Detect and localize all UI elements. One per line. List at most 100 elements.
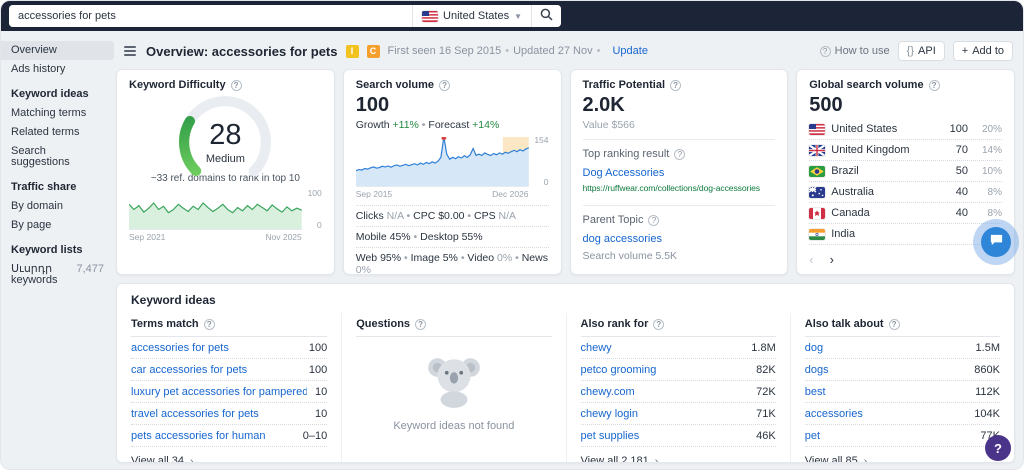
traffic-potential-card: Traffic Potential ? 2.0K Value $566 Top …	[569, 69, 789, 275]
help-button[interactable]: ?	[985, 435, 1011, 461]
sidebar-item-matching-terms[interactable]: Matching terms	[1, 104, 114, 123]
view-all-also-rank-for[interactable]: View all 2,181 ›	[581, 447, 776, 462]
keyword-link[interactable]: pet supplies	[581, 430, 640, 442]
sidebar-item-search-suggestions[interactable]: Search suggestions	[1, 142, 114, 172]
keyword-link[interactable]: dogs	[805, 364, 829, 376]
country-row-au[interactable]: Australia 40 8%	[809, 182, 1002, 203]
sidebar-item-by-page[interactable]: By page	[1, 216, 114, 235]
chevron-right-icon: ›	[863, 455, 868, 463]
keyword-link[interactable]: dog	[805, 342, 823, 354]
help-icon[interactable]: ?	[203, 318, 215, 330]
kd-gauge: 28 Medium	[129, 93, 322, 185]
keyword-link[interactable]: pet	[805, 430, 820, 442]
stat-segment: Desktop	[420, 231, 462, 243]
help-icon[interactable]: ?	[674, 148, 686, 160]
menu-toggle-icon[interactable]	[122, 44, 138, 58]
sidebar-item-keywords[interactable]: Սւսրդր keywords 7,477	[1, 260, 114, 290]
country-row-gb[interactable]: United Kingdom 70 14%	[809, 140, 1002, 161]
help-icon[interactable]: ?	[439, 79, 451, 91]
sidebar-section-keyword-lists: Keyword lists	[1, 235, 114, 260]
keyword-link[interactable]: travel accessories for pets	[131, 408, 259, 420]
kd-history-chart: 100 0 Sep 2021 Nov 2025	[129, 188, 322, 242]
country-percent: 8%	[987, 186, 1002, 198]
country-row-br[interactable]: Brazil 50 10%	[809, 161, 1002, 182]
keyword-row: travel accessories for pets 10	[131, 403, 328, 425]
keyword-link[interactable]: chewy.com	[581, 386, 635, 398]
help-icon[interactable]: ?	[648, 214, 660, 226]
sv-axis-start: Sep 2015	[355, 189, 393, 199]
top-ranking-result-url[interactable]: https://ruffwear.com/collections/dog-acc…	[583, 183, 776, 193]
koala-illustration-icon	[423, 353, 485, 414]
sv-axis-end: Dec 2026	[492, 189, 529, 199]
stat-segment: •	[464, 210, 475, 222]
keyword-volume: 1.8M	[751, 341, 776, 354]
country-row-ca[interactable]: Canada 40 8%	[809, 203, 1002, 224]
keyword-link[interactable]: chewy	[581, 342, 612, 354]
keyword-link[interactable]: accessories	[805, 408, 863, 420]
kd-axis-start: Sep 2021	[129, 232, 166, 242]
keyword-link[interactable]: accessories for pets	[131, 342, 229, 354]
sidebar-item-by-domain[interactable]: By domain	[1, 197, 114, 216]
help-icon[interactable]: ?	[230, 79, 242, 91]
metric-cards: Keyword Difficulty ? 28 Medium ~33 ref. …	[116, 69, 1015, 275]
add-to-button[interactable]: + Add to	[952, 41, 1013, 61]
next-page-arrow[interactable]: ›	[830, 252, 834, 267]
country-percent: 10%	[981, 165, 1002, 177]
keyword-link[interactable]: best	[805, 386, 826, 398]
keyword-row: pets accessories for human 0–10	[131, 425, 328, 447]
parent-topic-link[interactable]: dog accessories	[583, 233, 663, 245]
stat-segment: Clicks	[355, 210, 387, 222]
sidebar-label: Traffic share	[11, 181, 77, 193]
search-button[interactable]	[531, 5, 561, 27]
stat-segment: Growth	[355, 119, 393, 131]
sidebar-label: Search suggestions	[11, 145, 70, 168]
help-icon[interactable]: ?	[415, 318, 427, 330]
country-volume: 70	[955, 144, 968, 156]
keyword-link[interactable]: chewy login	[581, 408, 638, 420]
ideas-column-header: Also rank for?	[580, 313, 776, 337]
sidebar-item-overview[interactable]: Overview	[1, 41, 114, 60]
keyword-row: chewy 1.8M	[580, 337, 776, 359]
sidebar-label: By page	[11, 219, 52, 231]
chat-widget-button[interactable]	[973, 219, 1019, 265]
keyword-difficulty-card: Keyword Difficulty ? 28 Medium ~33 ref. …	[116, 69, 335, 275]
keyword-link[interactable]: car accessories for pets	[131, 364, 247, 376]
country-selector[interactable]: United States ▼	[412, 5, 531, 27]
keyword-row: car accessories for pets 100	[131, 359, 328, 381]
flag-in-icon	[809, 228, 826, 240]
stat-segment: N/A	[498, 210, 517, 222]
view-all-terms-match[interactable]: View all 34 ›	[131, 447, 327, 462]
help-icon[interactable]: ?	[670, 79, 682, 91]
first-seen-meta: First seen 16 Sep 2015 • Updated 27 Nov •	[387, 45, 601, 57]
help-icon[interactable]: ?	[928, 79, 940, 91]
api-button[interactable]: {} API	[897, 41, 945, 61]
how-to-use-button[interactable]: ? How to use	[819, 45, 890, 57]
keyword-link[interactable]: luxury pet accessories for pampered pets	[131, 386, 307, 398]
chevron-down-icon: ▼	[514, 11, 522, 21]
keyword-link[interactable]: petco grooming	[581, 364, 657, 376]
keyword-volume: 112K	[975, 385, 1000, 398]
country-row-us[interactable]: United States 100 20%	[809, 119, 1002, 140]
stat-segment: +14%	[472, 119, 500, 131]
help-icon[interactable]: ?	[888, 318, 900, 330]
flag-gb-icon	[809, 144, 826, 156]
stat-segment: •	[457, 252, 468, 264]
sidebar-label: Keyword ideas	[11, 88, 89, 100]
stat-segment: CPS	[474, 210, 499, 222]
keyword-volume: 860K	[974, 363, 1000, 376]
country-name: India	[831, 228, 856, 240]
ideas-column-header: Also talk about?	[804, 313, 1000, 337]
sidebar-item-ads-history[interactable]: Ads history	[1, 60, 114, 79]
keyword-link[interactable]: pets accessories for human	[131, 430, 266, 442]
view-all-also-talk-about[interactable]: View all 85 ›	[805, 447, 1000, 463]
intent-badge: I	[345, 44, 359, 58]
sidebar: Overview Ads history Keyword ideas Matching…	[1, 31, 114, 469]
keyword-search-input[interactable]	[9, 5, 413, 27]
help-icon[interactable]: ?	[653, 318, 665, 330]
sv-growth: Growth +11% • Forecast +14%	[356, 119, 549, 131]
keyword-search-bar: United States ▼	[9, 5, 561, 27]
sidebar-item-related-terms[interactable]: Related terms	[1, 123, 114, 142]
top-ranking-result-link[interactable]: Dog Accessories	[583, 167, 665, 179]
update-link[interactable]: Update	[612, 45, 647, 57]
stat-segment: 45%	[389, 231, 411, 243]
